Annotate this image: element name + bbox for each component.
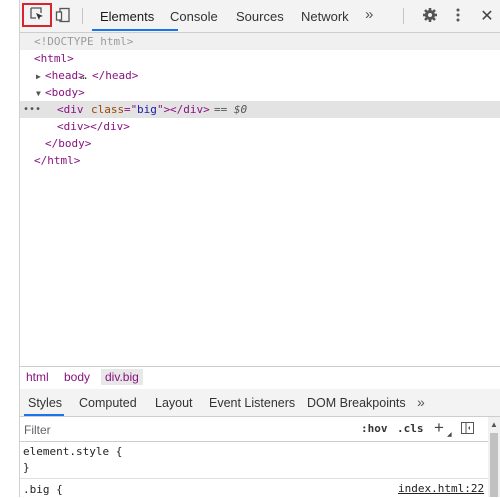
new-style-rule-button[interactable]: + — [434, 418, 444, 438]
selected-marker: == $0 — [214, 103, 248, 116]
ellipsis-menu-icon[interactable]: ••• — [23, 101, 41, 118]
dom-tree: <!DOCTYPE html> <html> ▶ <head> … </head… — [20, 33, 500, 366]
kebab-menu-icon — [450, 7, 466, 26]
tab-computed[interactable]: Computed — [79, 389, 137, 416]
source-link[interactable]: index.html:22 — [398, 482, 484, 495]
tab-layout[interactable]: Layout — [155, 389, 193, 416]
inspect-element-button[interactable] — [22, 3, 52, 27]
dropdown-triangle-icon[interactable]: ◢ — [447, 431, 452, 438]
div-open-tag: <div — [57, 103, 84, 116]
dom-node-div[interactable]: <div></div> — [20, 118, 500, 135]
gear-icon — [422, 7, 438, 26]
head-close-tag: </head> — [92, 69, 139, 82]
div-attr-value: big — [137, 103, 157, 116]
breadcrumb-body[interactable]: body — [64, 370, 90, 384]
more-tabs-button[interactable]: » — [365, 6, 373, 23]
dom-node-head[interactable]: ▶ <head> … </head> — [20, 67, 500, 84]
dom-node-html[interactable]: <html> — [20, 50, 500, 67]
styles-scrollbar[interactable]: ▲ — [488, 417, 500, 497]
customize-menu-button[interactable] — [446, 4, 470, 28]
div-attr-close: "> — [157, 103, 171, 116]
collapse-triangle-icon[interactable]: ▼ — [36, 85, 41, 102]
dom-node-div-big[interactable]: ••• <div class =" big "> </div> == $0 — [20, 101, 500, 118]
inspect-element-icon — [29, 6, 45, 25]
dom-node-body-close[interactable]: </body> — [20, 135, 500, 152]
active-subtab-indicator — [24, 414, 64, 416]
expand-triangle-icon[interactable]: ▶ — [36, 68, 41, 85]
tab-styles[interactable]: Styles — [28, 389, 62, 416]
dom-node-doctype[interactable]: <!DOCTYPE html> — [20, 33, 500, 50]
tab-elements[interactable]: Elements — [100, 0, 154, 32]
toggle-sidebar-icon[interactable] — [461, 422, 474, 434]
devtools-toolbar: Elements Console Sources Network » ✕ — [20, 0, 500, 33]
settings-button[interactable] — [418, 4, 442, 28]
breadcrumb-html[interactable]: html — [26, 370, 49, 384]
hov-toggle[interactable]: :hov — [361, 422, 388, 435]
html-close-tag: </html> — [34, 154, 81, 167]
div-close-tag: </div> — [170, 103, 210, 116]
tab-dom-breakpoints[interactable]: DOM Breakpoints — [307, 389, 406, 416]
toolbar-divider — [82, 8, 83, 24]
device-toolbar-icon — [55, 7, 71, 26]
styles-tabbar: Styles Computed Layout Event Listeners D… — [20, 389, 500, 417]
dom-node-body[interactable]: ▼ <body> — [20, 84, 500, 101]
toolbar-divider — [403, 8, 404, 24]
tab-network[interactable]: Network — [301, 0, 349, 32]
div-attr-name: class — [91, 103, 125, 116]
scroll-up-icon[interactable]: ▲ — [490, 420, 498, 429]
styles-filter-bar: :hov .cls + ◢ — [20, 417, 488, 442]
active-tab-indicator — [92, 29, 178, 31]
head-open-tag: <head> — [45, 69, 85, 82]
breadcrumb-div-big[interactable]: div.big — [101, 369, 143, 385]
head-ellipsis[interactable]: … — [80, 67, 87, 84]
html-open-tag: <html> — [34, 52, 74, 65]
rule-divider — [20, 478, 488, 479]
breadcrumb: html body div.big — [20, 366, 500, 390]
element-style-selector[interactable]: element.style { — [23, 444, 122, 460]
close-icon: ✕ — [480, 8, 494, 25]
filter-input[interactable] — [22, 420, 346, 440]
style-rules-pane: element.style { } .big { index.html:22 — [20, 442, 488, 497]
body-open-tag: <body> — [45, 86, 85, 99]
tab-console[interactable]: Console — [170, 0, 218, 32]
tab-sources[interactable]: Sources — [236, 0, 284, 32]
div-element: <div></div> — [57, 120, 130, 133]
doctype-text: <!DOCTYPE html> — [34, 35, 134, 48]
body-close-tag: </body> — [45, 137, 92, 150]
tab-event-listeners[interactable]: Event Listeners — [209, 389, 295, 416]
close-devtools-button[interactable]: ✕ — [475, 4, 499, 28]
left-gutter — [0, 0, 20, 497]
dom-node-html-close[interactable]: </html> — [20, 152, 500, 169]
scrollbar-thumb[interactable] — [490, 433, 498, 497]
big-rule-selector[interactable]: .big { — [23, 482, 63, 498]
more-subtabs-button[interactable]: » — [417, 394, 425, 410]
element-style-close: } — [23, 461, 30, 474]
div-attr-eq: =" — [124, 103, 138, 116]
cls-toggle[interactable]: .cls — [397, 422, 424, 435]
device-toolbar-button[interactable] — [51, 4, 75, 28]
